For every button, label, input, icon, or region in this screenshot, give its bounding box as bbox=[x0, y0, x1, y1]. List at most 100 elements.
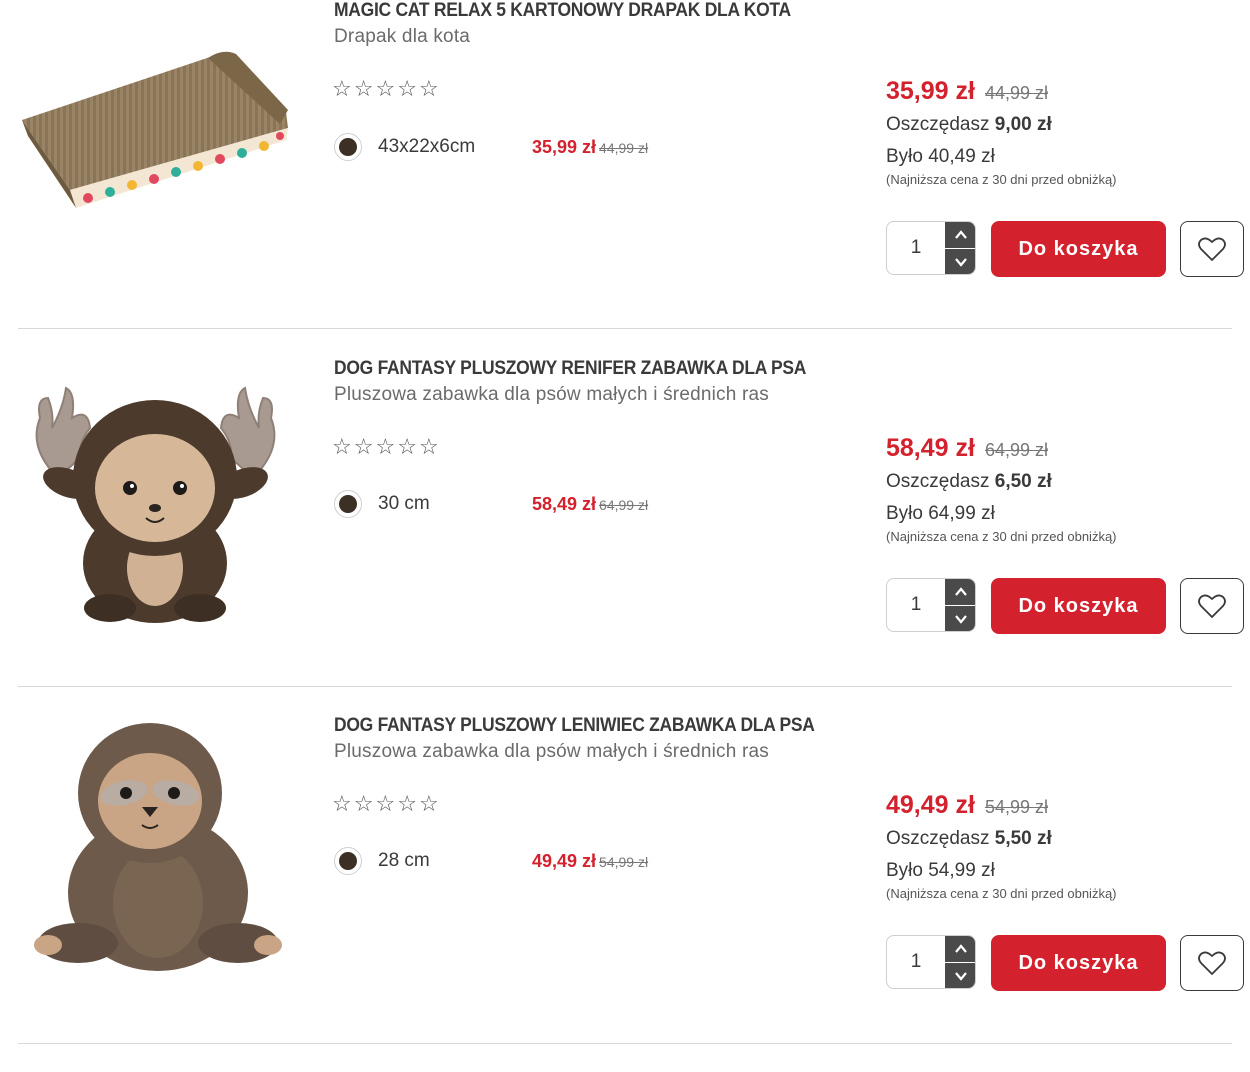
quantity-decrease-button[interactable] bbox=[945, 606, 975, 631]
variant-price: 58,49 zł 64,99 zł bbox=[532, 494, 648, 515]
quantity-stepper[interactable]: 1 bbox=[886, 935, 976, 989]
variant-option[interactable]: 28 cm 49,49 zł 54,99 zł bbox=[334, 846, 648, 876]
quantity-input[interactable]: 1 bbox=[887, 579, 945, 631]
variant-current-price: 58,49 zł bbox=[532, 493, 597, 514]
savings-label: Oszczędasz bbox=[886, 471, 990, 492]
product-title[interactable]: DOG FANTASY PLUSZOWY RENIFER ZABAWKA DLA… bbox=[334, 358, 806, 380]
product-card: DOG FANTASY PLUSZOWY RENIFER ZABAWKA DLA… bbox=[0, 330, 1250, 687]
rating-stars[interactable]: ☆ ☆ ☆ ☆ ☆ bbox=[332, 436, 439, 458]
savings-label: Oszczędasz bbox=[886, 114, 990, 135]
product-card: DOG FANTASY PLUSZOWY LENIWIEC ZABAWKA DL… bbox=[0, 687, 1250, 1044]
previous-price: Było 64,99 zł bbox=[886, 503, 995, 524]
current-price: 58,49 zł bbox=[886, 434, 975, 462]
variant-size-label: 30 cm bbox=[378, 493, 430, 514]
variant-size-label: 43x22x6cm bbox=[378, 136, 476, 157]
chevron-up-icon bbox=[954, 587, 967, 596]
variant-old-price: 64,99 zł bbox=[599, 496, 649, 513]
variant-radio[interactable] bbox=[334, 847, 362, 875]
star-icon: ☆ bbox=[375, 434, 396, 459]
savings: Oszczędasz 6,50 zł bbox=[886, 471, 1246, 493]
variant-option[interactable]: 30 cm 58,49 zł 64,99 zł bbox=[334, 489, 648, 519]
savings-amount: 6,50 zł bbox=[994, 471, 1052, 492]
quantity-increase-button[interactable] bbox=[945, 222, 975, 249]
chevron-up-icon bbox=[954, 230, 967, 239]
heart-icon bbox=[1198, 594, 1226, 618]
quantity-input[interactable]: 1 bbox=[887, 222, 945, 274]
chevron-down-icon bbox=[954, 972, 967, 981]
star-icon: ☆ bbox=[332, 434, 352, 459]
product-image[interactable] bbox=[18, 713, 293, 983]
product-image[interactable] bbox=[18, 358, 293, 628]
product-subtitle: Pluszowa zabawka dla psów małych i średn… bbox=[334, 741, 769, 762]
main-price: 49,49 zł 54,99 zł bbox=[886, 791, 1246, 820]
plush-reindeer-image bbox=[35, 386, 276, 623]
lowest-price-note: (Najniższa cena z 30 dni przed obniżką) bbox=[886, 529, 1117, 544]
chevron-down-icon bbox=[954, 258, 967, 267]
quantity-decrease-button[interactable] bbox=[945, 963, 975, 988]
star-icon: ☆ bbox=[418, 434, 439, 459]
product-title[interactable]: MAGIC CAT RELAX 5 KARTONOWY DRAPAK DLA K… bbox=[334, 0, 791, 22]
previous-price: Było 54,99 zł bbox=[886, 860, 995, 881]
star-icon: ☆ bbox=[375, 791, 396, 816]
variant-current-price: 49,49 zł bbox=[532, 850, 597, 871]
old-price: 54,99 zł bbox=[984, 797, 1048, 817]
variant-old-price: 44,99 zł bbox=[599, 139, 649, 156]
star-icon: ☆ bbox=[418, 76, 439, 101]
color-swatch bbox=[339, 852, 357, 870]
star-icon: ☆ bbox=[397, 434, 417, 459]
quantity-decrease-button[interactable] bbox=[945, 249, 975, 274]
price-box: 58,49 zł 64,99 zł Oszczędasz 6,50 zł Był… bbox=[886, 434, 1246, 544]
heart-icon bbox=[1198, 237, 1226, 261]
product-divider bbox=[18, 328, 1232, 329]
cat-scratcher-image bbox=[22, 51, 288, 208]
savings: Oszczędasz 9,00 zł bbox=[886, 114, 1246, 136]
product-image[interactable] bbox=[18, 12, 293, 282]
quantity-increase-button[interactable] bbox=[945, 579, 975, 606]
lowest-price-note: (Najniższa cena z 30 dni przed obniżką) bbox=[886, 886, 1117, 901]
quantity-input[interactable]: 1 bbox=[887, 936, 945, 988]
star-icon: ☆ bbox=[375, 76, 396, 101]
lowest-price-note: (Najniższa cena z 30 dni przed obniżką) bbox=[886, 172, 1117, 187]
savings-label: Oszczędasz bbox=[886, 828, 990, 849]
add-to-cart-button[interactable]: Do koszyka bbox=[991, 221, 1166, 277]
product-subtitle: Pluszowa zabawka dla psów małych i średn… bbox=[334, 384, 769, 405]
current-price: 49,49 zł bbox=[886, 791, 975, 819]
color-swatch bbox=[339, 495, 357, 513]
variant-radio[interactable] bbox=[334, 133, 362, 161]
rating-stars[interactable]: ☆ ☆ ☆ ☆ ☆ bbox=[332, 793, 439, 815]
wishlist-button[interactable] bbox=[1180, 221, 1244, 277]
main-price: 58,49 zł 64,99 zł bbox=[886, 434, 1246, 463]
savings-amount: 9,00 zł bbox=[994, 114, 1052, 135]
star-icon: ☆ bbox=[332, 791, 352, 816]
quantity-increase-button[interactable] bbox=[945, 936, 975, 963]
product-divider bbox=[18, 1043, 1232, 1044]
main-price: 35,99 zł 44,99 zł bbox=[886, 77, 1246, 106]
star-icon: ☆ bbox=[332, 76, 352, 101]
add-to-cart-button[interactable]: Do koszyka bbox=[991, 935, 1166, 991]
color-swatch bbox=[339, 138, 357, 156]
variant-price: 35,99 zł 44,99 zł bbox=[532, 137, 648, 158]
wishlist-button[interactable] bbox=[1180, 935, 1244, 991]
variant-old-price: 54,99 zł bbox=[599, 853, 649, 870]
star-icon: ☆ bbox=[353, 434, 374, 459]
price-box: 35,99 zł 44,99 zł Oszczędasz 9,00 zł Był… bbox=[886, 77, 1246, 187]
heart-icon bbox=[1198, 951, 1226, 975]
quantity-stepper[interactable]: 1 bbox=[886, 221, 976, 275]
variant-price: 49,49 zł 54,99 zł bbox=[532, 851, 648, 872]
variant-current-price: 35,99 zł bbox=[532, 136, 597, 157]
purchase-actions: 1 Do koszyka bbox=[886, 578, 1246, 634]
purchase-actions: 1 Do koszyka bbox=[886, 221, 1246, 277]
variant-size-label: 28 cm bbox=[378, 850, 430, 871]
rating-stars[interactable]: ☆ ☆ ☆ ☆ ☆ bbox=[332, 78, 439, 100]
variant-option[interactable]: 43x22x6cm 35,99 zł 44,99 zł bbox=[334, 132, 648, 162]
wishlist-button[interactable] bbox=[1180, 578, 1244, 634]
quantity-stepper[interactable]: 1 bbox=[886, 578, 976, 632]
price-box: 49,49 zł 54,99 zł Oszczędasz 5,50 zł Był… bbox=[886, 791, 1246, 901]
variant-radio[interactable] bbox=[334, 490, 362, 518]
star-icon: ☆ bbox=[353, 791, 374, 816]
current-price: 35,99 zł bbox=[886, 77, 975, 105]
add-to-cart-button[interactable]: Do koszyka bbox=[991, 578, 1166, 634]
product-title[interactable]: DOG FANTASY PLUSZOWY LENIWIEC ZABAWKA DL… bbox=[334, 715, 815, 737]
chevron-up-icon bbox=[954, 944, 967, 953]
product-subtitle: Drapak dla kota bbox=[334, 26, 471, 47]
